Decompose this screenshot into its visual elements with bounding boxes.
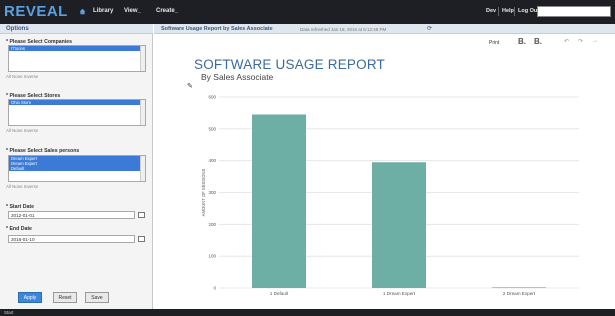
scrollbar[interactable] <box>140 46 145 71</box>
export-icon[interactable]: B. <box>518 37 526 46</box>
options-title: Options <box>6 26 29 32</box>
stores-select-links[interactable]: All None Inverse <box>6 128 38 133</box>
companies-select-links[interactable]: All None Inverse <box>6 74 38 79</box>
bar[interactable] <box>492 287 546 288</box>
x-tick-label: 1 Default <box>270 291 289 296</box>
calendar-icon[interactable] <box>138 212 145 218</box>
top-bar: REVEAL Library View_ Create_ Dev Help Lo… <box>0 0 615 24</box>
forward-icon[interactable]: → <box>592 38 598 44</box>
options-header: Options <box>0 24 153 34</box>
salespersons-label: * Please Select Sales persons <box>6 148 80 154</box>
top-link-help[interactable]: Help <box>502 8 514 14</box>
separator <box>498 7 499 16</box>
menu-create[interactable]: Create_ <box>156 8 178 14</box>
status-text: Start <box>4 309 14 315</box>
print-button[interactable]: Print <box>489 40 499 46</box>
companies-list[interactable]: ITtoons <box>8 45 146 72</box>
bar[interactable] <box>372 162 426 288</box>
bar[interactable] <box>252 114 306 288</box>
start-date-label: * Start Date <box>6 204 34 210</box>
end-date-input[interactable]: 2016-01-10 <box>8 235 135 243</box>
y-tick-label: 600 <box>208 95 216 100</box>
export-options-icon[interactable]: B. <box>534 37 542 46</box>
y-tick-label: 100 <box>208 254 216 259</box>
y-tick-label: 200 <box>208 222 216 227</box>
redo-icon[interactable]: ↷ <box>578 38 583 45</box>
report-updated-text: Data refreshed Jan 18, 2016 at 5:12:48 P… <box>300 26 387 32</box>
reset-button[interactable]: Reset <box>53 292 77 303</box>
chart-subtitle: By Sales Associate <box>201 72 274 82</box>
undo-icon[interactable]: ↶ <box>564 38 569 45</box>
salespersons-select-links[interactable]: All None Inverse <box>6 184 38 189</box>
stores-list[interactable]: Ohio Store <box>8 99 146 126</box>
chart-title: SOFTWARE USAGE REPORT <box>194 57 385 72</box>
list-item[interactable]: Default <box>9 166 145 171</box>
y-tick-label: 300 <box>208 190 216 195</box>
refresh-icon[interactable]: ⟳ <box>427 25 432 32</box>
scrollbar[interactable] <box>140 100 145 125</box>
y-axis-label: AMOUNT OF SESSIONS <box>201 168 206 216</box>
scrollbar[interactable] <box>140 156 145 181</box>
y-tick-label: 500 <box>208 126 216 131</box>
y-tick-label: 0 <box>213 286 216 291</box>
top-link-logout[interactable]: Log Out <box>518 8 539 14</box>
salespersons-list[interactable]: Dream Expert Dream Expert Default <box>8 155 146 182</box>
top-link-dev[interactable]: Dev <box>486 8 496 14</box>
save-button[interactable]: Save <box>85 292 109 303</box>
app-logo: REVEAL <box>4 3 68 20</box>
menu-view[interactable]: View_ <box>124 8 141 14</box>
bar-chart: AMOUNT OF SESSIONS 0 100 200 300 400 500 600 1 … <box>201 95 579 296</box>
list-item[interactable]: ITtoons <box>9 46 145 51</box>
menu-library[interactable]: Library <box>93 8 113 14</box>
x-tick-label: 1 Dream Expert <box>383 291 416 296</box>
y-tick-label: 400 <box>208 158 216 163</box>
apply-button[interactable]: Apply <box>18 292 42 303</box>
report-header: Software Usage Report by Sales Associate… <box>154 24 615 34</box>
calendar-icon[interactable] <box>138 236 145 242</box>
list-item[interactable]: Ohio Store <box>9 100 145 105</box>
start-date-input[interactable]: 2012-01-01 <box>8 211 135 219</box>
options-panel: Options * Please Select Companies ITtoon… <box>0 24 153 309</box>
status-bar: Start <box>0 309 615 316</box>
end-date-label: * End Date <box>6 226 32 232</box>
search-input[interactable] <box>537 6 611 17</box>
home-icon[interactable] <box>79 8 86 15</box>
separator <box>514 7 515 16</box>
x-tick-label: 2 Dream Expert <box>503 291 536 296</box>
report-tab-title[interactable]: Software Usage Report by Sales Associate <box>161 26 273 32</box>
